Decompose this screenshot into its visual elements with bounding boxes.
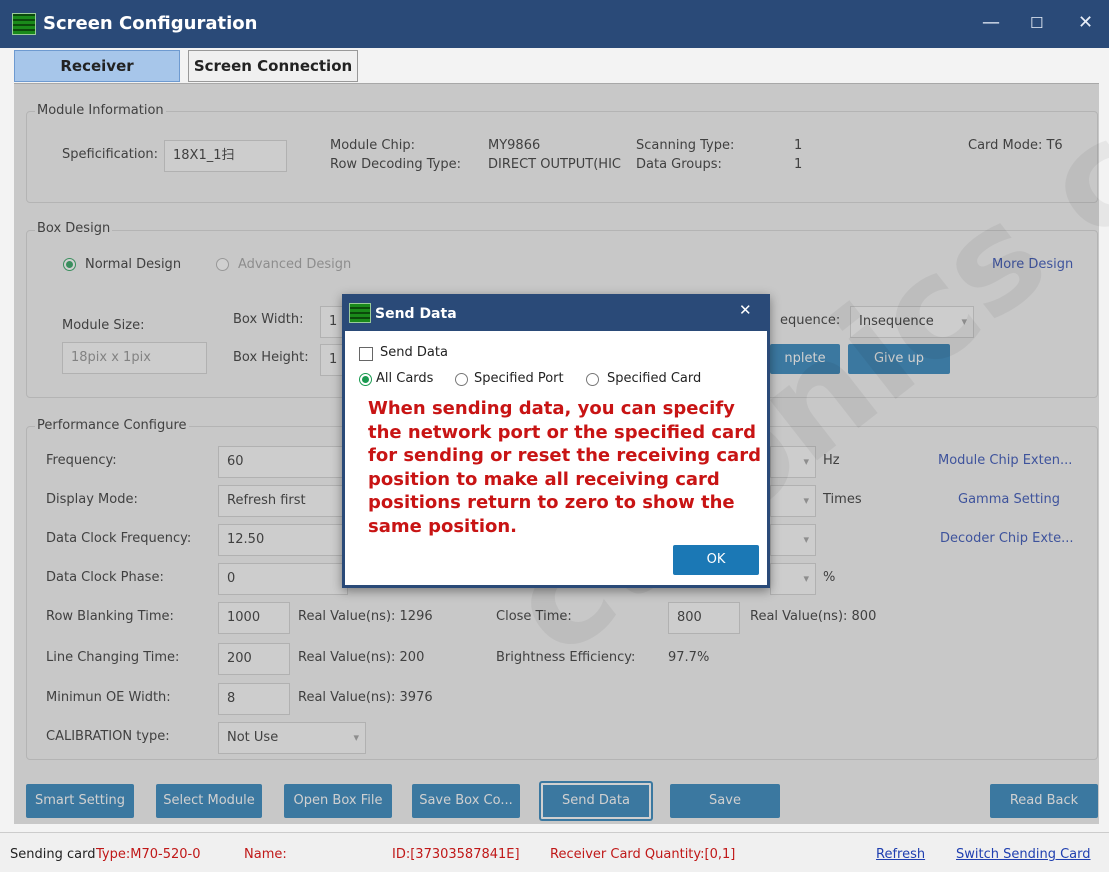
message-line: positions return to zero to show the bbox=[368, 492, 735, 513]
dialog-message: When sending data, you can specify the n… bbox=[368, 397, 768, 538]
app-logo-icon bbox=[12, 13, 36, 35]
dialog-title: Send Data bbox=[375, 306, 457, 322]
send-data-checkbox[interactable] bbox=[359, 347, 373, 361]
ok-button[interactable]: OK bbox=[673, 545, 759, 575]
close-button[interactable]: ✕ bbox=[1078, 12, 1093, 33]
message-line: position to make all receiving card bbox=[368, 468, 720, 490]
all-cards-label: All Cards bbox=[376, 371, 434, 386]
dialog-logo-icon bbox=[349, 303, 371, 323]
window-title: Screen Configuration bbox=[43, 13, 258, 34]
refresh-link[interactable]: Refresh bbox=[876, 847, 925, 862]
specified-card-radio[interactable] bbox=[586, 373, 599, 386]
title-bar: Screen Configuration — ☐ ✕ bbox=[0, 0, 1109, 48]
receiver-card-quantity: Receiver Card Quantity:[0,1] bbox=[550, 847, 736, 862]
message-line: same position. bbox=[368, 515, 518, 537]
dialog-title-bar: Send Data ✕ bbox=[345, 297, 767, 331]
specified-port-radio[interactable] bbox=[455, 373, 468, 386]
send-data-dialog: Send Data ✕ Send Data All Cards Specifie… bbox=[342, 294, 770, 588]
tab-receiver[interactable]: Receiver bbox=[14, 50, 180, 82]
maximize-button[interactable]: ☐ bbox=[1030, 14, 1043, 32]
sending-card-label: Sending card bbox=[10, 847, 96, 862]
tab-screen-connection[interactable]: Screen Connection bbox=[188, 50, 358, 82]
message-line: the network port or the specified card bbox=[368, 421, 756, 443]
message-line: for sending or reset the receiving card bbox=[368, 445, 761, 466]
dialog-close-button[interactable]: ✕ bbox=[739, 301, 752, 319]
sending-card-name: Name: bbox=[244, 847, 287, 862]
specified-card-label: Specified Card bbox=[607, 371, 702, 386]
sending-card-id: ID:[37303587841E] bbox=[392, 847, 520, 862]
status-bar: Sending card Type:M70-520-0 Name: ID:[37… bbox=[0, 832, 1109, 872]
minimize-button[interactable]: — bbox=[982, 12, 1000, 33]
message-line: When sending data, you can specify bbox=[368, 398, 735, 419]
sending-card-type: Type:M70-520-0 bbox=[96, 847, 201, 862]
all-cards-radio[interactable] bbox=[359, 373, 372, 386]
specified-port-label: Specified Port bbox=[474, 371, 564, 386]
switch-sending-card-link[interactable]: Switch Sending Card bbox=[956, 847, 1091, 862]
send-data-checkbox-label: Send Data bbox=[380, 345, 448, 360]
